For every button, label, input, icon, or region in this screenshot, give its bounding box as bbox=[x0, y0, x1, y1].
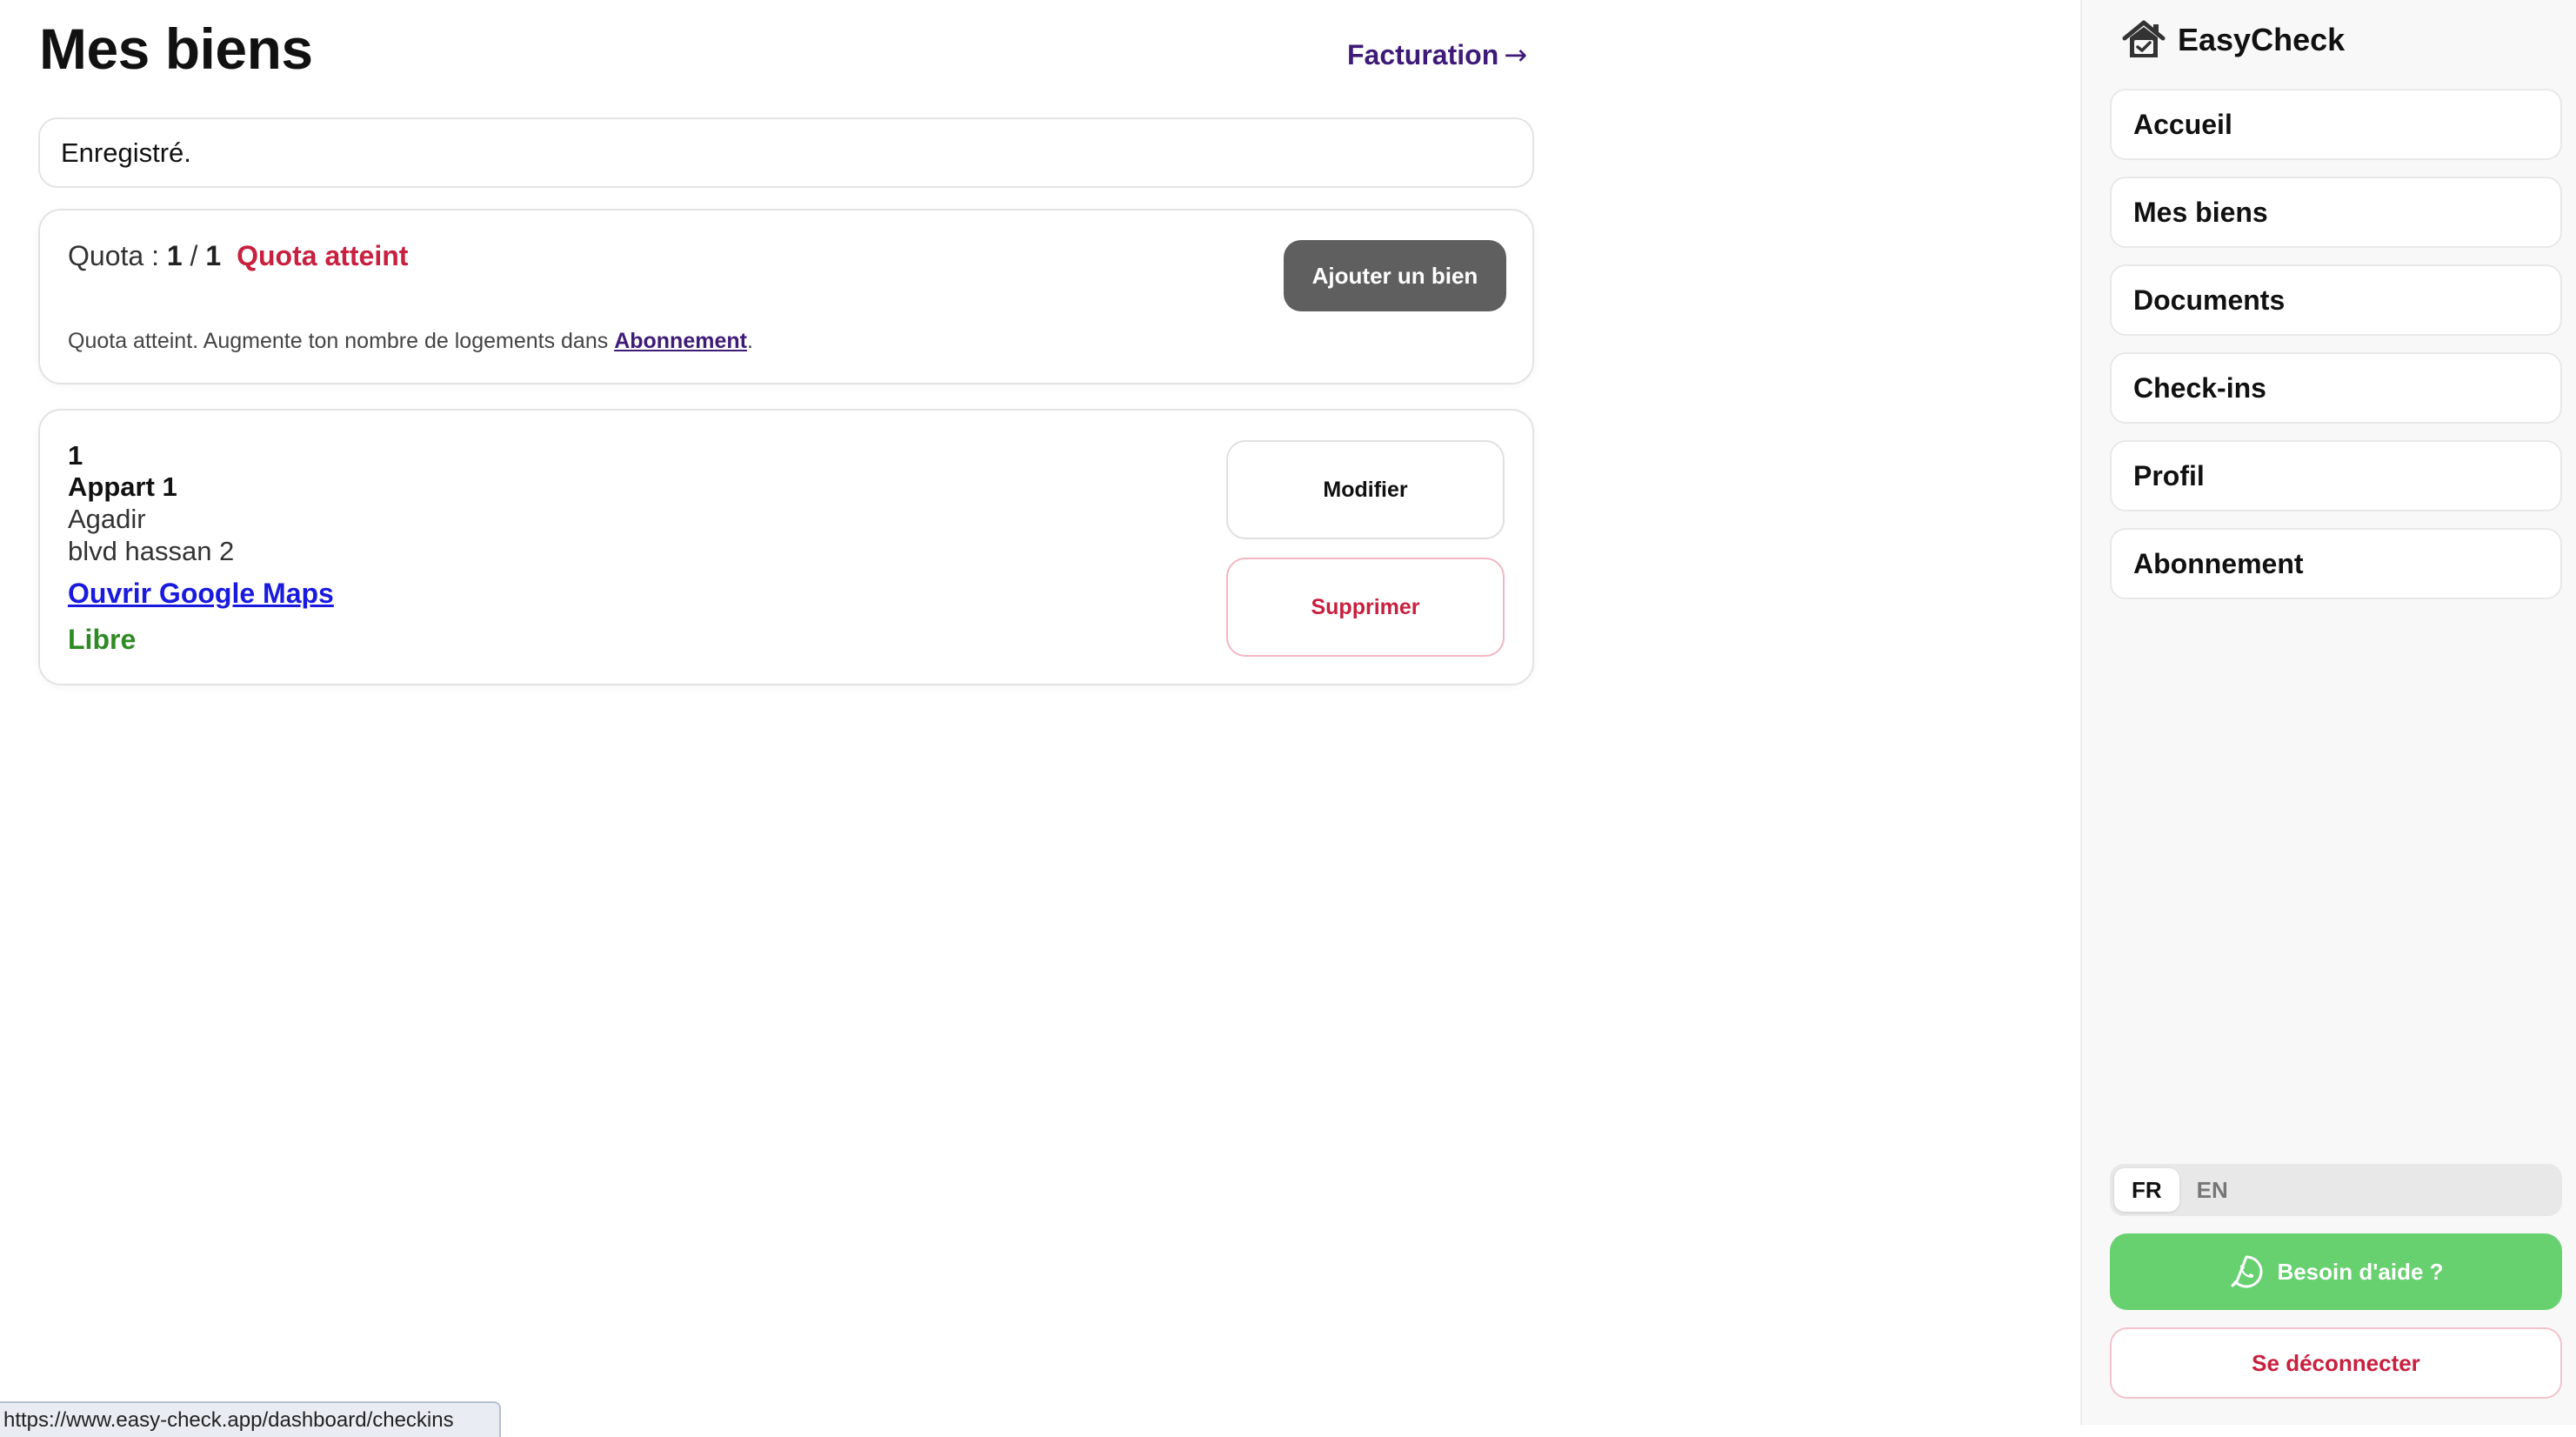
add-property-button[interactable]: Ajouter un bien bbox=[1284, 240, 1506, 311]
sidebar-item-label: Mes biens bbox=[2133, 196, 2268, 228]
sidebar-item-label: Abonnement bbox=[2133, 547, 2304, 579]
quota-status: Quota atteint bbox=[237, 240, 409, 271]
quota-hint: Quota atteint. Augmente ton nombre de lo… bbox=[68, 329, 753, 354]
sidebar-item-profil[interactable]: Profil bbox=[2110, 440, 2562, 511]
property-status: Libre bbox=[68, 624, 137, 655]
billing-link[interactable]: Facturation → bbox=[1347, 38, 1527, 71]
page-title: Mes biens bbox=[39, 17, 313, 81]
quota-hint-end: . bbox=[746, 329, 753, 353]
quota-limit: 1 bbox=[205, 240, 222, 271]
billing-link-label: Facturation bbox=[1347, 39, 1499, 70]
quota-separator: / bbox=[182, 240, 206, 271]
edit-property-button[interactable]: Modifier bbox=[1226, 440, 1505, 539]
sidebar-item-documents[interactable]: Documents bbox=[2110, 264, 2562, 336]
logout-button[interactable]: Se déconnecter bbox=[2110, 1327, 2562, 1399]
property-city: Agadir bbox=[68, 504, 146, 534]
property-card: 1 Appart 1 Agadir blvd hassan 2 Ouvrir G… bbox=[38, 409, 1534, 685]
sidebar: EasyCheck Accueil Mes biens Documents Ch… bbox=[2080, 0, 2576, 1425]
language-option-en[interactable]: EN bbox=[2179, 1168, 2246, 1212]
sidebar-item-label: Documents bbox=[2133, 284, 2286, 316]
sidebar-item-label: Check-ins bbox=[2133, 371, 2266, 404]
property-number: 1 bbox=[68, 440, 83, 471]
subscription-link[interactable]: Abonnement bbox=[614, 329, 747, 353]
house-check-icon bbox=[2122, 20, 2166, 57]
arrow-right-icon: → bbox=[1504, 38, 1528, 71]
sidebar-item-mes-biens[interactable]: Mes biens bbox=[2110, 177, 2562, 248]
sidebar-item-label: Profil bbox=[2133, 459, 2205, 491]
delete-property-button[interactable]: Supprimer bbox=[1226, 558, 1505, 657]
google-maps-link[interactable]: Ouvrir Google Maps bbox=[68, 578, 334, 610]
brand[interactable]: EasyCheck bbox=[2122, 19, 2345, 61]
quota-summary: Quota : 1 / 1 Quota atteint bbox=[68, 240, 408, 272]
quota-card: Quota : 1 / 1 Quota atteint Ajouter un bi… bbox=[38, 209, 1534, 384]
language-option-fr[interactable]: FR bbox=[2114, 1168, 2179, 1212]
help-button-label: Besoin d'aide ? bbox=[2277, 1258, 2444, 1285]
app-window: Mes biens Facturation → Enregistré. Quota… bbox=[0, 0, 2576, 1437]
sidebar-item-accueil[interactable]: Accueil bbox=[2110, 89, 2562, 160]
save-notice: Enregistré. bbox=[38, 117, 1534, 188]
status-bar-url: https://www.easy-check.app/dashboard/che… bbox=[0, 1401, 501, 1437]
sidebar-item-abonnement[interactable]: Abonnement bbox=[2110, 528, 2562, 599]
brand-name: EasyCheck bbox=[2178, 22, 2346, 57]
quota-label: Quota : bbox=[68, 240, 167, 271]
whatsapp-icon bbox=[2231, 1255, 2263, 1288]
property-address: blvd hassan 2 bbox=[68, 536, 235, 566]
language-switch: FR EN bbox=[2110, 1164, 2562, 1216]
quota-used: 1 bbox=[166, 240, 183, 271]
help-button[interactable]: Besoin d'aide ? bbox=[2110, 1233, 2562, 1310]
sidebar-item-label: Accueil bbox=[2133, 108, 2232, 140]
quota-hint-text: Quota atteint. Augmente ton nombre de lo… bbox=[68, 329, 615, 353]
property-name: Appart 1 bbox=[68, 471, 177, 502]
sidebar-item-check-ins[interactable]: Check-ins bbox=[2110, 352, 2562, 424]
main-content: Mes biens Facturation → Enregistré. Quota… bbox=[0, 0, 2080, 1437]
